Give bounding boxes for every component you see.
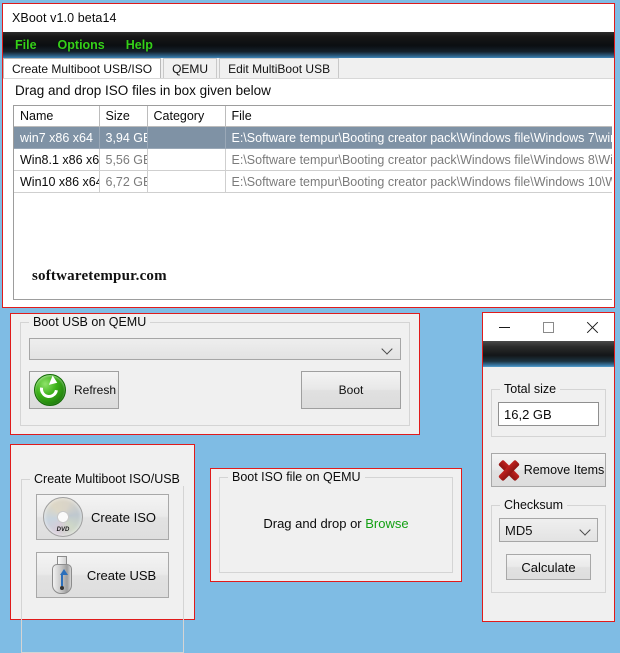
create-multiboot-groupbox: Create Multiboot ISO/USB Create ISO Crea… [21, 472, 184, 653]
close-icon [586, 321, 599, 334]
remove-items-button-label: Remove Items [523, 463, 605, 477]
cell-category [147, 126, 226, 149]
total-size-groupbox: Total size 16,2 GB [491, 382, 606, 437]
menu-item-file[interactable]: File [15, 38, 37, 52]
chevron-down-icon [580, 524, 592, 536]
tools-panel: Total size 16,2 GB Remove Items Checksum… [482, 312, 615, 622]
boot-iso-group-title: Boot ISO file on QEMU [228, 470, 365, 484]
menu-bar: File Options Help [3, 32, 614, 58]
cell-name: Win10 x86 x64 [14, 170, 100, 193]
create-multiboot-group-title: Create Multiboot ISO/USB [30, 472, 184, 486]
cell-category [147, 148, 226, 171]
tools-panel-gradient-band [483, 341, 614, 367]
tools-panel-body: Total size 16,2 GB Remove Items Checksum… [483, 367, 614, 621]
iso-file-table: Name Size Category File win7 x86 x64 3,9… [14, 106, 612, 193]
calculate-button[interactable]: Calculate [506, 554, 591, 580]
remove-items-button[interactable]: Remove Items [491, 453, 606, 487]
usb-drive-icon [45, 555, 79, 595]
cell-category [147, 170, 226, 193]
create-usb-button[interactable]: Create USB [36, 552, 169, 598]
menu-item-help[interactable]: Help [126, 38, 153, 52]
checksum-groupbox: Checksum MD5 Calculate [491, 498, 606, 593]
red-x-icon [495, 457, 523, 483]
table-row[interactable]: Win10 x86 x64 6,72 GB E:\Software tempur… [14, 170, 612, 193]
main-window: XBoot v1.0 beta14 File Options Help Crea… [2, 3, 615, 308]
minimize-button[interactable] [490, 316, 520, 338]
boot-button-label: Boot [338, 383, 364, 397]
window-title: XBoot v1.0 beta14 [12, 11, 117, 25]
cell-size: 5,56 GB [99, 148, 148, 171]
table-row[interactable]: Win8.1 x86 x64 5,56 GB E:\Software tempu… [14, 148, 612, 171]
drag-drop-hint: Drag and drop ISO files in box given bel… [15, 83, 271, 98]
tab-create-multiboot-usb-iso[interactable]: Create Multiboot USB/ISO [3, 58, 162, 78]
browse-link[interactable]: Browse [365, 516, 408, 531]
chevron-down-icon [382, 343, 394, 355]
tab-qemu[interactable]: QEMU [163, 58, 218, 78]
total-size-group-title: Total size [500, 382, 561, 396]
menu-item-options[interactable]: Options [58, 38, 105, 52]
dvd-disc-icon [43, 497, 83, 537]
table-header-row: Name Size Category File [14, 106, 612, 127]
refresh-icon [34, 374, 66, 406]
boot-iso-drop-text: Drag and drop or [263, 516, 366, 531]
tab-strip: Create Multiboot USB/ISO QEMU Edit Multi… [3, 58, 614, 79]
cell-file: E:\Software tempur\Booting creator pack\… [225, 170, 612, 193]
column-header-category[interactable]: Category [147, 106, 226, 127]
create-iso-button[interactable]: Create ISO [36, 494, 169, 540]
cell-name: Win8.1 x86 x64 [14, 148, 100, 171]
boot-iso-on-qemu-panel: Boot ISO file on QEMU Drag and drop or B… [210, 468, 462, 582]
cell-size: 3,94 GB [99, 126, 148, 149]
column-header-file[interactable]: File [225, 106, 612, 127]
boot-iso-groupbox[interactable]: Boot ISO file on QEMU Drag and drop or B… [219, 470, 453, 573]
column-header-name[interactable]: Name [14, 106, 100, 127]
checksum-algorithm-select[interactable]: MD5 [499, 518, 598, 542]
usb-device-select[interactable] [29, 338, 401, 360]
cell-name: win7 x86 x64 [14, 126, 100, 149]
maximize-button[interactable] [533, 316, 563, 338]
iso-file-list[interactable]: Name Size Category File win7 x86 x64 3,9… [13, 105, 612, 300]
refresh-button-label: Refresh [74, 383, 117, 397]
table-row[interactable]: win7 x86 x64 3,94 GB E:\Software tempur\… [14, 126, 612, 149]
minimize-icon [499, 326, 511, 328]
checksum-group-title: Checksum [500, 498, 568, 512]
column-header-size[interactable]: Size [99, 106, 148, 127]
boot-usb-group-title: Boot USB on QEMU [29, 315, 151, 329]
tab-edit-multiboot-usb[interactable]: Edit MultiBoot USB [219, 58, 340, 78]
cell-file: E:\Software tempur\Booting creator pack\… [225, 126, 612, 149]
boot-usb-on-qemu-panel: Boot USB on QEMU Refresh Boot [10, 313, 420, 435]
tools-panel-titlebar [483, 313, 614, 341]
close-button[interactable] [577, 316, 607, 338]
refresh-button[interactable]: Refresh [29, 371, 119, 409]
checksum-algorithm-value: MD5 [505, 522, 533, 538]
maximize-icon [542, 321, 554, 333]
create-iso-button-label: Create ISO [90, 509, 157, 525]
cell-file: E:\Software tempur\Booting creator pack\… [225, 148, 612, 171]
watermark: softwaretempur.com [32, 268, 167, 284]
boot-usb-groupbox: Boot USB on QEMU Refresh Boot [20, 315, 410, 426]
boot-iso-dropzone[interactable]: Drag and drop or Browse [220, 516, 452, 531]
cell-size: 6,72 GB [99, 170, 148, 193]
boot-button[interactable]: Boot [301, 371, 401, 409]
main-titlebar: XBoot v1.0 beta14 [3, 4, 614, 32]
create-usb-button-label: Create USB [86, 567, 157, 583]
total-size-field: 16,2 GB [498, 402, 599, 426]
create-multiboot-panel: Create Multiboot ISO/USB Create ISO Crea… [10, 444, 195, 653]
tab-panel-create-multiboot: Drag and drop ISO files in box given bel… [3, 79, 614, 307]
